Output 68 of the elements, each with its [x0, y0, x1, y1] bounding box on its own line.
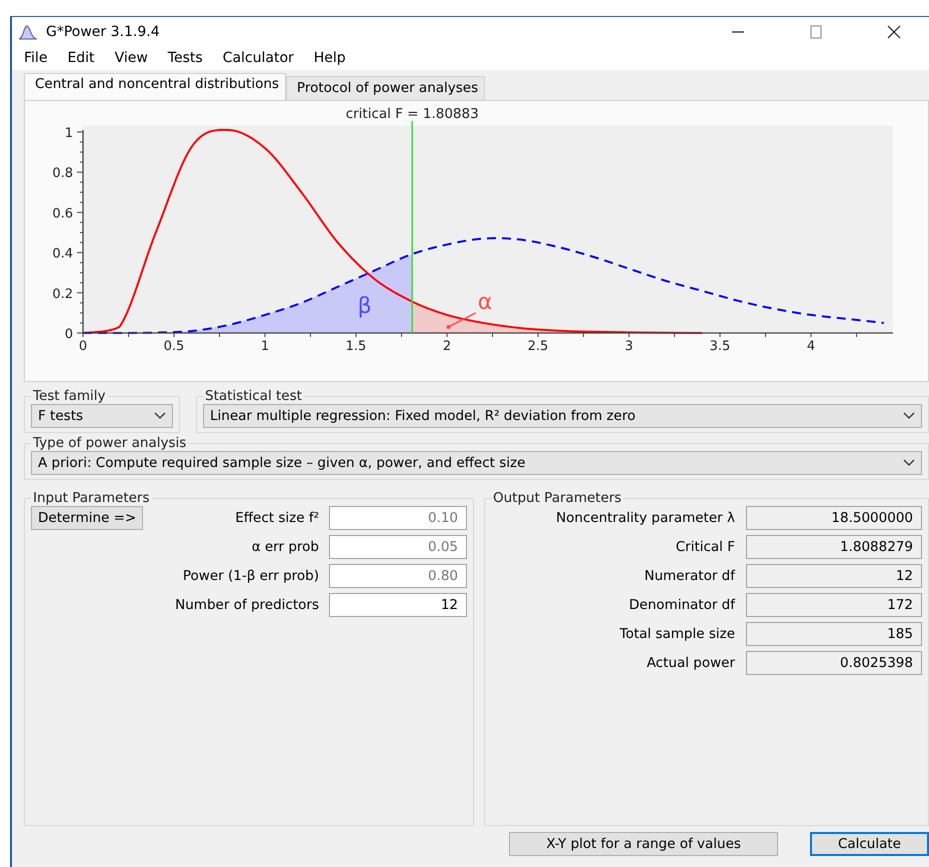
field-label: α err prob — [250, 539, 319, 555]
menu-item[interactable]: View — [104, 50, 158, 66]
button[interactable]: Calculate — [810, 832, 929, 856]
dropdown[interactable]: A priori: Compute required sample size – given α, power, and effect size — [31, 451, 922, 475]
tick-label: 0.4 — [52, 246, 73, 262]
button[interactable]: X-Y plot for a range of values — [509, 832, 778, 856]
input-field[interactable]: 0.05 — [329, 535, 467, 559]
group-label: Test family — [32, 388, 107, 404]
field-label: Noncentrality parameter λ — [555, 510, 735, 526]
tick-label: 1 — [64, 126, 73, 141]
group-label: Statistical test — [204, 388, 303, 404]
tick-label: 0.2 — [52, 286, 73, 302]
tick-label: 4 — [806, 339, 816, 354]
output-field: 1.8088279 — [746, 535, 922, 559]
maximize-icon[interactable] — [808, 24, 824, 40]
field-label: Actual power — [646, 655, 735, 671]
input-field[interactable]: 0.10 — [329, 506, 467, 530]
output-field: 172 — [746, 593, 922, 617]
input-field[interactable]: 0.80 — [329, 564, 467, 588]
chevron-down-icon — [903, 459, 915, 467]
tick-label: 3.5 — [710, 339, 730, 354]
dropdown[interactable]: F tests — [31, 404, 173, 428]
dropdown-value: F tests — [38, 408, 84, 424]
field-label: Denominator df — [628, 597, 735, 613]
output-field: 185 — [746, 622, 922, 646]
tick-label: 0.5 — [164, 339, 184, 354]
tick-label: 0 — [78, 339, 88, 354]
field-label: Total sample size — [618, 626, 735, 642]
dropdown-value: A priori: Compute required sample size – given α, power, and effect size — [38, 455, 526, 471]
input-field[interactable]: 12 — [329, 593, 467, 617]
chevron-down-icon — [154, 412, 166, 420]
window-title: G*Power 3.1.9.4 — [46, 24, 161, 40]
dropdown-value: Linear multiple regression: Fixed model, R² deviation from zero — [210, 408, 636, 424]
tick-label: 3 — [624, 339, 634, 354]
tab[interactable]: Central and noncentral distributions — [24, 73, 286, 100]
tick-label: 1 — [260, 339, 270, 354]
tick-label: 0.6 — [52, 206, 73, 222]
field-label: Number of predictors — [174, 597, 319, 613]
group-label: Type of power analysis — [32, 435, 188, 451]
tab[interactable]: Protocol of power analyses — [286, 76, 486, 100]
dropdown[interactable]: Linear multiple regression: Fixed model, R² deviation from zero — [203, 404, 922, 428]
menu-item[interactable]: File — [14, 50, 58, 66]
close-icon[interactable] — [886, 24, 902, 40]
output-field: 0.8025398 — [746, 651, 922, 675]
field-label: Power (1-β err prob) — [182, 568, 319, 584]
leader-line — [446, 312, 476, 329]
group-label: Input Parameters — [32, 490, 151, 506]
tick-label: 2 — [442, 339, 452, 354]
field-label: Effect size f² — [234, 510, 319, 526]
menu-item[interactable]: Tests — [158, 50, 213, 66]
curve-label: β — [358, 294, 372, 319]
field-label: Critical F — [674, 539, 735, 555]
chevron-down-icon — [903, 412, 915, 420]
menu-item[interactable]: Calculator — [212, 50, 304, 66]
tick-label: 2.5 — [528, 339, 548, 354]
tick-label: 1.5 — [346, 339, 366, 354]
group-label: Output Parameters — [492, 490, 622, 506]
menu-item[interactable]: Help — [304, 50, 356, 66]
chart-title: critical F = 1.80883 — [346, 107, 479, 122]
field-label: Numerator df — [643, 568, 735, 584]
app-icon — [18, 24, 38, 40]
tick-label: 0 — [64, 327, 73, 342]
output-field: 12 — [746, 564, 922, 588]
menu-item[interactable]: Edit — [57, 50, 105, 66]
curve-label: α — [478, 290, 492, 315]
determine-button[interactable]: Determine => — [31, 506, 144, 530]
output-field: 18.5000000 — [746, 506, 922, 530]
tick-label: 0.8 — [52, 166, 73, 182]
